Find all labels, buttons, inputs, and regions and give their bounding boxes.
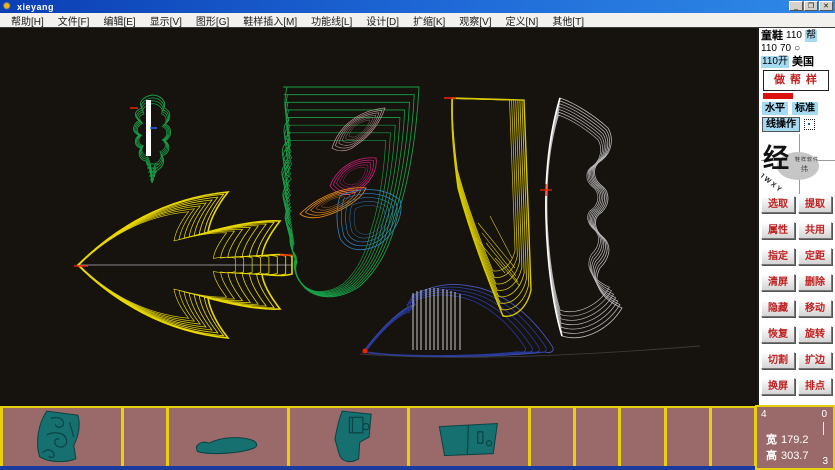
select-button[interactable]: 选取 [761, 196, 795, 213]
status-panel: 4 0 宽 179.2 高 303.7 3 [755, 405, 835, 470]
menu-design[interactable]: 设计[D] [359, 13, 406, 28]
minimize-button[interactable]: _ [789, 1, 803, 11]
restore-button[interactable]: ❐ [804, 1, 818, 11]
pattern-piece-yellow-shaft[interactable] [444, 98, 531, 316]
size-value-2: 110 [761, 43, 777, 55]
menu-other[interactable]: 其他[T] [545, 13, 591, 28]
menu-define[interactable]: 定义[N] [499, 13, 546, 28]
menu-graphics[interactable]: 图形[G] [189, 13, 236, 28]
width-readout: 宽 179.2 [766, 431, 809, 447]
pattern-piece-blue[interactable] [337, 190, 401, 250]
height-readout: 高 303.7 [766, 447, 809, 463]
arrange-points-button[interactable]: 排点 [798, 378, 832, 395]
hide-button[interactable]: 隐藏 [761, 300, 795, 317]
share-button[interactable]: 共用 [798, 222, 832, 239]
thumbnail-cell-empty-2[interactable] [528, 408, 573, 466]
pattern-piece-magenta[interactable] [330, 158, 376, 195]
app-icon: ✺ [3, 1, 14, 12]
standard-toggle[interactable]: 标准 [792, 102, 818, 115]
menu-scale[interactable]: 扩缩[K] [406, 13, 452, 28]
brand-logo: 经 鞋样软件 纬 JWXY [761, 134, 835, 194]
status-tick-mark [823, 422, 824, 435]
window-title: xieyang [17, 2, 54, 12]
status-count-bottom: 3 [822, 456, 828, 467]
logo-letters: JWXY [761, 172, 784, 194]
switch-screen-button[interactable]: 换屏 [761, 378, 795, 395]
expand-edge-button[interactable]: 扩边 [798, 352, 832, 369]
assign-button[interactable]: 指定 [761, 248, 795, 265]
thumbnail-cell-empty-6[interactable] [709, 408, 757, 466]
status-count-right: 0 [821, 409, 827, 420]
make-upper-pattern-button[interactable]: 做 帮 样 [763, 70, 829, 91]
height-value: 303.7 [781, 450, 809, 462]
cut-button[interactable]: 切割 [761, 352, 795, 369]
red-progress-bar [763, 93, 793, 99]
logo-small-text: 鞋样软件 [795, 156, 819, 163]
width-label: 宽 [766, 434, 777, 446]
thumbnail-cell-empty-5[interactable] [664, 408, 709, 466]
drawing-canvas[interactable] [0, 28, 757, 406]
part-label[interactable]: 帮 [805, 30, 817, 42]
region-label: 美国 [792, 56, 814, 68]
size-system-value[interactable]: 110开 [761, 56, 789, 68]
toggle-row-2: 线操作 [762, 117, 834, 132]
menu-function-line[interactable]: 功能线[L] [304, 13, 359, 28]
spec-row-1: 童鞋 110 帮 [761, 30, 834, 42]
bottom-window-edge [0, 466, 757, 470]
move-button[interactable]: 移动 [798, 300, 832, 317]
horizontal-toggle[interactable]: 水平 [762, 102, 788, 115]
height-label: 高 [766, 450, 777, 462]
menu-bar: 帮助[H] 文件[F] 编辑[E] 显示[V] 图形[G] 鞋样插入[M] 功能… [0, 13, 835, 28]
status-count-left: 4 [761, 409, 767, 420]
menu-observe[interactable]: 观察[V] [452, 13, 498, 28]
menu-insert-pattern[interactable]: 鞋样插入[M] [236, 13, 304, 28]
menu-help[interactable]: 帮助[H] [4, 13, 51, 28]
thumbnail-cell-empty-4[interactable] [618, 408, 663, 466]
size-value: 110 [786, 30, 802, 42]
thumbnail-cell-sole-profile[interactable] [166, 408, 287, 466]
logo-sub-character: 纬 [801, 164, 808, 174]
restore-button-tool[interactable]: 恢复 [761, 326, 795, 343]
pattern-piece-yellow-vamp[interactable] [74, 192, 292, 338]
pattern-piece-green-collar[interactable] [130, 95, 171, 183]
clear-screen-button[interactable]: 清屏 [761, 274, 795, 291]
thumbnail-cell-decorated-quarter[interactable] [0, 408, 121, 466]
pattern-piece-pink-mesh[interactable] [332, 108, 385, 151]
logo-main-character: 经 [763, 138, 789, 175]
menu-file[interactable]: 文件[F] [51, 13, 97, 28]
selection-marquee-icon [804, 119, 815, 130]
thumbnail-strip [0, 406, 757, 466]
line-operation-toggle[interactable]: 线操作 [762, 117, 800, 132]
menu-view[interactable]: 显示[V] [143, 13, 189, 28]
extract-button[interactable]: 提取 [798, 196, 832, 213]
thumbnail-cell-boot-shaft[interactable] [287, 408, 408, 466]
properties-button[interactable]: 属性 [761, 222, 795, 239]
window-controls: _ ❐ ✕ [789, 1, 833, 11]
toggle-row-1: 水平 标准 [762, 102, 834, 115]
close-button[interactable]: ✕ [819, 1, 833, 11]
fixed-distance-button[interactable]: 定距 [798, 248, 832, 265]
circle-icon[interactable]: ○ [794, 43, 800, 55]
thumbnail-cell-empty-3[interactable] [573, 408, 618, 466]
spec-row-3: 110开 美国 [761, 56, 834, 68]
delete-button[interactable]: 删除 [798, 274, 832, 291]
menu-edit[interactable]: 编辑[E] [96, 13, 142, 28]
pattern-piece-white-crescent[interactable] [540, 98, 622, 338]
rotate-button[interactable]: 旋转 [798, 326, 832, 343]
tool-panel: 童鞋 110 帮 110 70 ○ 110开 美国 做 帮 样 水平 标准 线操… [757, 28, 835, 405]
width-value: 179.2 [781, 434, 809, 446]
thumbnail-cell-empty-1[interactable] [121, 408, 166, 466]
tool-button-grid: 选取 提取 属性 共用 指定 定距 清屏 删除 隐藏 移动 恢复 旋转 切割 扩… [761, 196, 834, 395]
thumbnail-cell-vamp-panel[interactable] [407, 408, 528, 466]
product-type-label: 童鞋 [761, 30, 783, 42]
title-bar: ✺ xieyang _ ❐ ✕ [0, 0, 835, 13]
size-value-3: 70 [780, 43, 791, 55]
spec-row-2: 110 70 ○ [761, 43, 834, 55]
